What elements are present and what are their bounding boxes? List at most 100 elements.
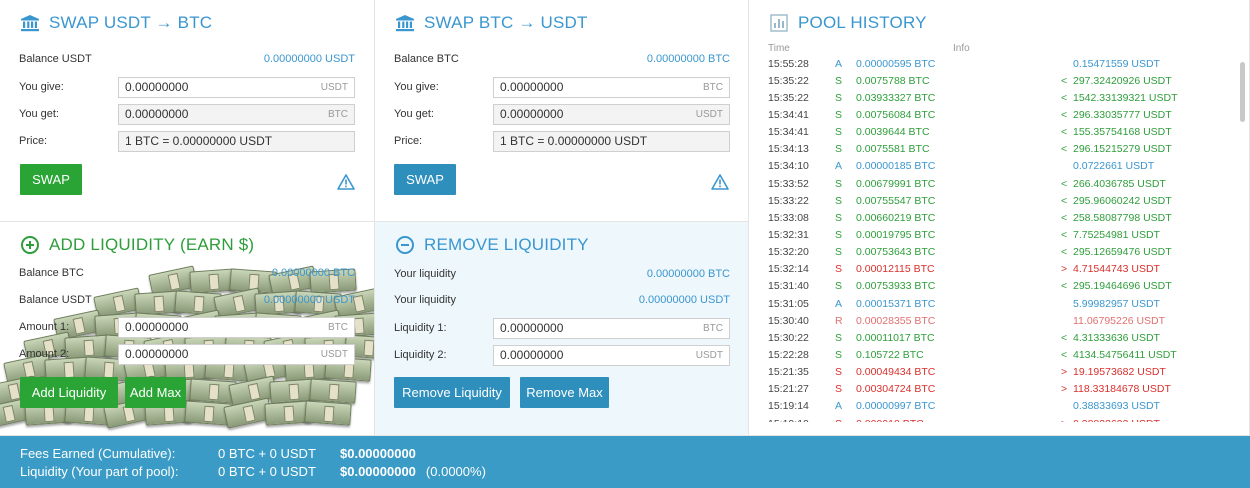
history-row-result: 296.33035777 USDT — [1073, 108, 1172, 121]
remove-liquidity-button[interactable]: Remove Liquidity — [394, 377, 510, 408]
history-row-time: 15:30:22 — [768, 331, 809, 344]
history-row-arrow: > — [1061, 418, 1073, 422]
history-row-amount: 0.00660219 BTC — [856, 211, 936, 224]
history-row-result: 0.0722661 USDT — [1073, 160, 1155, 173]
warning-icon[interactable] — [711, 174, 729, 190]
history-row-type: A — [835, 297, 843, 310]
liquidity-btc-value: 0.00000000 BTC — [646, 268, 730, 280]
history-row-type: R — [835, 314, 843, 327]
history-row-result: 297.32420926 USDT — [1073, 74, 1172, 87]
remove-max-button[interactable]: Remove Max — [520, 377, 609, 408]
fees-amounts: 0 BTC + 0 USDT — [218, 445, 316, 461]
history-row-result: 0.15471559 USDT — [1073, 60, 1160, 70]
history-row-time: 15:33:52 — [768, 177, 809, 190]
get-output: 0.00000000 USDT — [493, 103, 730, 125]
bar-chart-icon — [769, 13, 789, 33]
history-row-arrow: > — [1061, 366, 1068, 379]
history-row-time: 15:34:41 — [768, 126, 809, 139]
history-row-arrow: < — [1061, 143, 1068, 156]
give-input[interactable]: 0.00000000 BTC — [493, 76, 730, 98]
plus-circle-icon — [20, 235, 40, 255]
history-row: 15:34:10 A 0.00000185 BTC 0.0722661 USDT — [768, 158, 1238, 175]
swap-btc-usdt-title: SWAP BTC → USDT — [395, 13, 588, 33]
amount1-label: Amount 1: — [19, 321, 70, 333]
minus-circle-icon — [395, 235, 415, 255]
amount2-row: Amount 2: 0.00000000 USDT — [19, 343, 355, 365]
liquidity1-input[interactable]: 0.00000000 BTC — [493, 317, 730, 339]
history-row-time: 15:35:22 — [768, 91, 809, 104]
history-row: 15:30:22 S 0.00011017 BTC <4.31333636 USDT — [768, 329, 1238, 346]
liquidity2-input[interactable]: 0.00000000 USDT — [493, 344, 730, 366]
balance-value: 0.00000000 USDT — [263, 53, 355, 65]
history-row-amount: 0.00011017 BTC — [856, 331, 935, 344]
amount2-label: Amount 2: — [19, 348, 70, 360]
history-row-result: 1542.33139321 USDT — [1073, 91, 1178, 104]
history-row-arrow: < — [1061, 74, 1068, 87]
history-row-amount: 0.00049434 BTC — [856, 366, 936, 379]
liquidity2-label: Liquidity 2: — [394, 349, 447, 361]
swap-button[interactable]: SWAP — [394, 164, 456, 195]
history-row: 15:34:41 S 0.00756084 BTC <296.33035777 USD… — [768, 106, 1238, 123]
history-row-time: 15:32:31 — [768, 228, 809, 241]
swap-usdt-btc-title: SWAP USDT → BTC — [20, 13, 212, 33]
history-row-type: S — [835, 91, 843, 104]
amount2-input[interactable]: 0.00000000 USDT — [118, 343, 355, 365]
give-input[interactable]: 0.00000000 USDT — [118, 76, 355, 98]
bank-icon — [20, 13, 40, 33]
history-row-result: 296.15215279 USDT — [1073, 143, 1172, 156]
history-row-type: A — [835, 60, 843, 70]
remove-liquidity-title: REMOVE LIQUIDITY — [395, 235, 589, 255]
history-row-arrow: < — [1061, 91, 1068, 104]
amount1-input[interactable]: 0.00000000 BTC — [118, 316, 355, 338]
liquidity-row: Liquidity (Your part of pool): 0 BTC + 0… — [20, 462, 486, 480]
history-list[interactable]: 15:55:28 A 0.00000595 BTC 0.15471559 USDT 15… — [768, 60, 1238, 422]
history-row-type: S — [835, 331, 843, 344]
history-row-arrow: < — [1061, 194, 1068, 207]
history-row-type: S — [835, 263, 843, 276]
get-row: You get: 0.00000000 BTC — [19, 103, 355, 125]
history-row-type: S — [835, 177, 843, 190]
add-liquidity-button[interactable]: Add Liquidity — [20, 377, 118, 408]
balance-usdt-label: Balance USDT — [19, 294, 92, 306]
history-row-result: 295.19464696 USDT — [1073, 280, 1172, 293]
history-row-result: 266.4036785 USDT — [1073, 177, 1166, 190]
history-row-amount: 0.0039644 BTC — [856, 126, 930, 139]
history-row-result: 295.96060242 USDT — [1073, 194, 1172, 207]
history-scrollbar[interactable] — [1240, 62, 1245, 122]
fees-row: Fees Earned (Cumulative): 0 BTC + 0 USDT… — [20, 444, 426, 462]
history-row-amount: 0.03933327 BTC — [856, 91, 936, 104]
balance-label: Balance BTC — [394, 53, 459, 65]
history-row-time: 15:35:22 — [768, 74, 809, 87]
history-row-amount: 0.00028355 BTC — [856, 314, 936, 327]
price-row: Price: 1 BTC = 0.00000000 USDT — [394, 130, 730, 152]
history-row-type: A — [835, 400, 843, 413]
history-row: 15:19:10S0.000010 BTC>0.38833693 USDT — [768, 415, 1238, 422]
history-row: 15:30:40 R 0.00028355 BTC 11.06795226 USDT — [768, 312, 1238, 329]
history-row-time: 15:30:40 — [768, 314, 809, 327]
history-row: 15:33:52 S 0.00679991 BTC <266.4036785 USDT — [768, 175, 1238, 192]
history-row-amount: 0.00304724 BTC — [856, 383, 936, 396]
history-col-info: Info — [953, 43, 970, 54]
add-max-button[interactable]: Add Max — [125, 377, 186, 408]
liquidity1-label: Liquidity 1: — [394, 322, 447, 334]
history-row-time: 15:31:40 — [768, 280, 809, 293]
history-row-amount: 0.00000595 BTC — [856, 60, 936, 70]
history-row-type: S — [835, 143, 843, 156]
history-row: 15:22:28 S 0.105722 BTC <4134.54756411 USDT — [768, 346, 1238, 363]
history-row-result: 5.99982957 USDT — [1073, 297, 1160, 310]
history-row-time: 15:22:28 — [768, 348, 809, 361]
history-row-amount: 0.105722 BTC — [856, 348, 924, 361]
history-row-type: S — [835, 366, 843, 379]
warning-icon[interactable] — [337, 174, 355, 190]
history-row-type: S — [835, 126, 843, 139]
get-label: You get: — [394, 108, 434, 120]
history-row-result: 4.71544743 USDT — [1073, 263, 1160, 276]
history-row-amount: 0.00015371 BTC — [856, 297, 936, 310]
history-row-type: S — [835, 348, 843, 361]
liquidity2-row: Liquidity 2: 0.00000000 USDT — [394, 344, 730, 366]
history-row-arrow: < — [1061, 211, 1068, 224]
liquidity-usdt-label: Your liquidity — [394, 294, 456, 306]
history-row-arrow: > — [1061, 383, 1068, 396]
history-row-arrow: < — [1061, 126, 1068, 139]
swap-button[interactable]: SWAP — [20, 164, 82, 195]
